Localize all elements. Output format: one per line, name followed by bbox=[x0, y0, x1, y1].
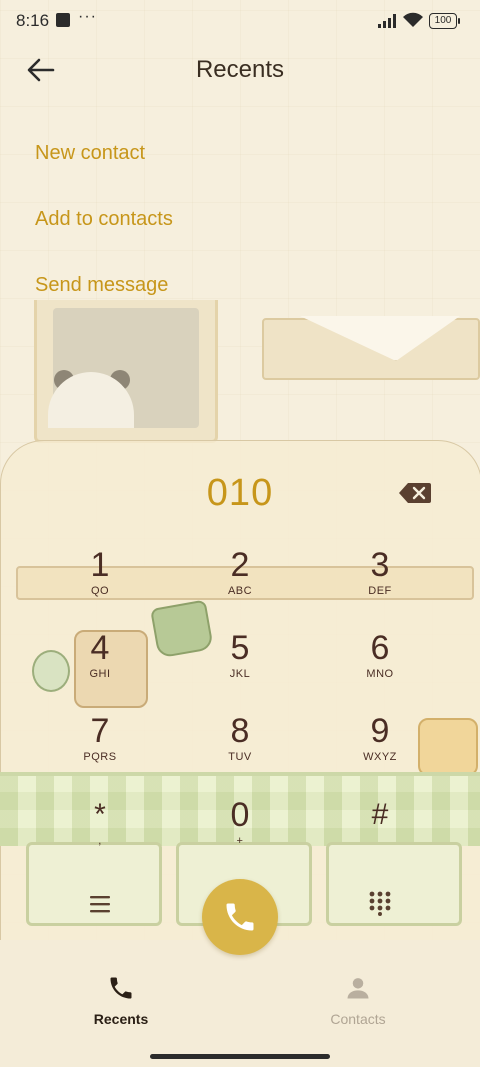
key-9[interactable]: 9 WXYZ bbox=[325, 712, 435, 782]
battery-icon: 100 bbox=[429, 13, 460, 29]
key-digit: 6 bbox=[370, 629, 390, 667]
status-bar: 8:16 ··· 100 bbox=[0, 0, 480, 42]
key-4[interactable]: 4 GHI bbox=[45, 629, 155, 699]
key-digit: # bbox=[371, 798, 389, 831]
tab-contacts[interactable]: Contacts bbox=[298, 974, 418, 1027]
key-0[interactable]: 0 + bbox=[185, 796, 295, 866]
dialpad-icon bbox=[369, 891, 391, 916]
home-indicator[interactable] bbox=[150, 1054, 330, 1059]
key-digit: 7 bbox=[90, 712, 110, 750]
key-digit: 0 bbox=[230, 796, 250, 834]
key-digit: 1 bbox=[90, 546, 110, 584]
dialpad-toggle-button[interactable] bbox=[368, 890, 392, 916]
key-digit: 9 bbox=[370, 712, 390, 750]
tab-label: Recents bbox=[93, 1011, 149, 1027]
key-letters: MNO bbox=[366, 668, 394, 680]
key-star[interactable]: * , bbox=[45, 796, 155, 866]
key-hash[interactable]: # bbox=[325, 796, 435, 866]
key-digit: * bbox=[94, 798, 106, 831]
key-letters: ABC bbox=[227, 585, 253, 597]
key-letters: + bbox=[236, 835, 244, 847]
key-letters: WXYZ bbox=[363, 751, 397, 763]
tab-label: Contacts bbox=[330, 1011, 386, 1027]
page-title: Recents bbox=[195, 56, 285, 83]
key-7[interactable]: 7 PQRS bbox=[45, 712, 155, 782]
menu-lines-icon bbox=[90, 896, 110, 913]
dialer-menu-button[interactable] bbox=[88, 893, 112, 915]
key-letters: QO bbox=[90, 585, 110, 597]
key-1[interactable]: 1 QO bbox=[45, 546, 155, 616]
send-message-option[interactable]: Send message bbox=[35, 274, 168, 297]
call-button[interactable] bbox=[202, 879, 278, 955]
phone-icon bbox=[110, 977, 132, 999]
bottom-navigation: Recents Contacts bbox=[0, 964, 480, 1067]
person-icon bbox=[347, 978, 369, 999]
key-letters: DEF bbox=[368, 585, 392, 597]
key-3[interactable]: 3 DEF bbox=[325, 546, 435, 616]
key-letters: PQRS bbox=[83, 751, 117, 763]
backspace-icon bbox=[399, 483, 431, 503]
key-5[interactable]: 5 JKL bbox=[185, 629, 295, 699]
key-2[interactable]: 2 ABC bbox=[185, 546, 295, 616]
backspace-button[interactable] bbox=[398, 482, 432, 504]
key-letters: TUV bbox=[228, 751, 252, 763]
status-time: 8:16 bbox=[16, 11, 50, 30]
key-digit: 4 bbox=[90, 629, 110, 667]
key-letters: JKL bbox=[229, 668, 251, 680]
phone-icon bbox=[226, 903, 254, 931]
new-contact-option[interactable]: New contact bbox=[35, 142, 145, 165]
key-digit: 8 bbox=[230, 712, 250, 750]
key-digit: 5 bbox=[230, 629, 250, 667]
tab-recents[interactable]: Recents bbox=[61, 974, 181, 1027]
key-6[interactable]: 6 MNO bbox=[325, 629, 435, 699]
key-8[interactable]: 8 TUV bbox=[185, 712, 295, 782]
add-to-contacts-option[interactable]: Add to contacts bbox=[35, 208, 173, 231]
notification-square-icon bbox=[56, 13, 70, 27]
key-letters: , bbox=[98, 835, 102, 847]
signal-icon bbox=[378, 14, 396, 28]
key-digit: 3 bbox=[370, 546, 390, 584]
key-letters: GHI bbox=[89, 668, 111, 680]
wifi-icon bbox=[403, 12, 423, 27]
key-digit: 2 bbox=[230, 546, 250, 584]
more-notifications-icon: ··· bbox=[78, 8, 97, 25]
